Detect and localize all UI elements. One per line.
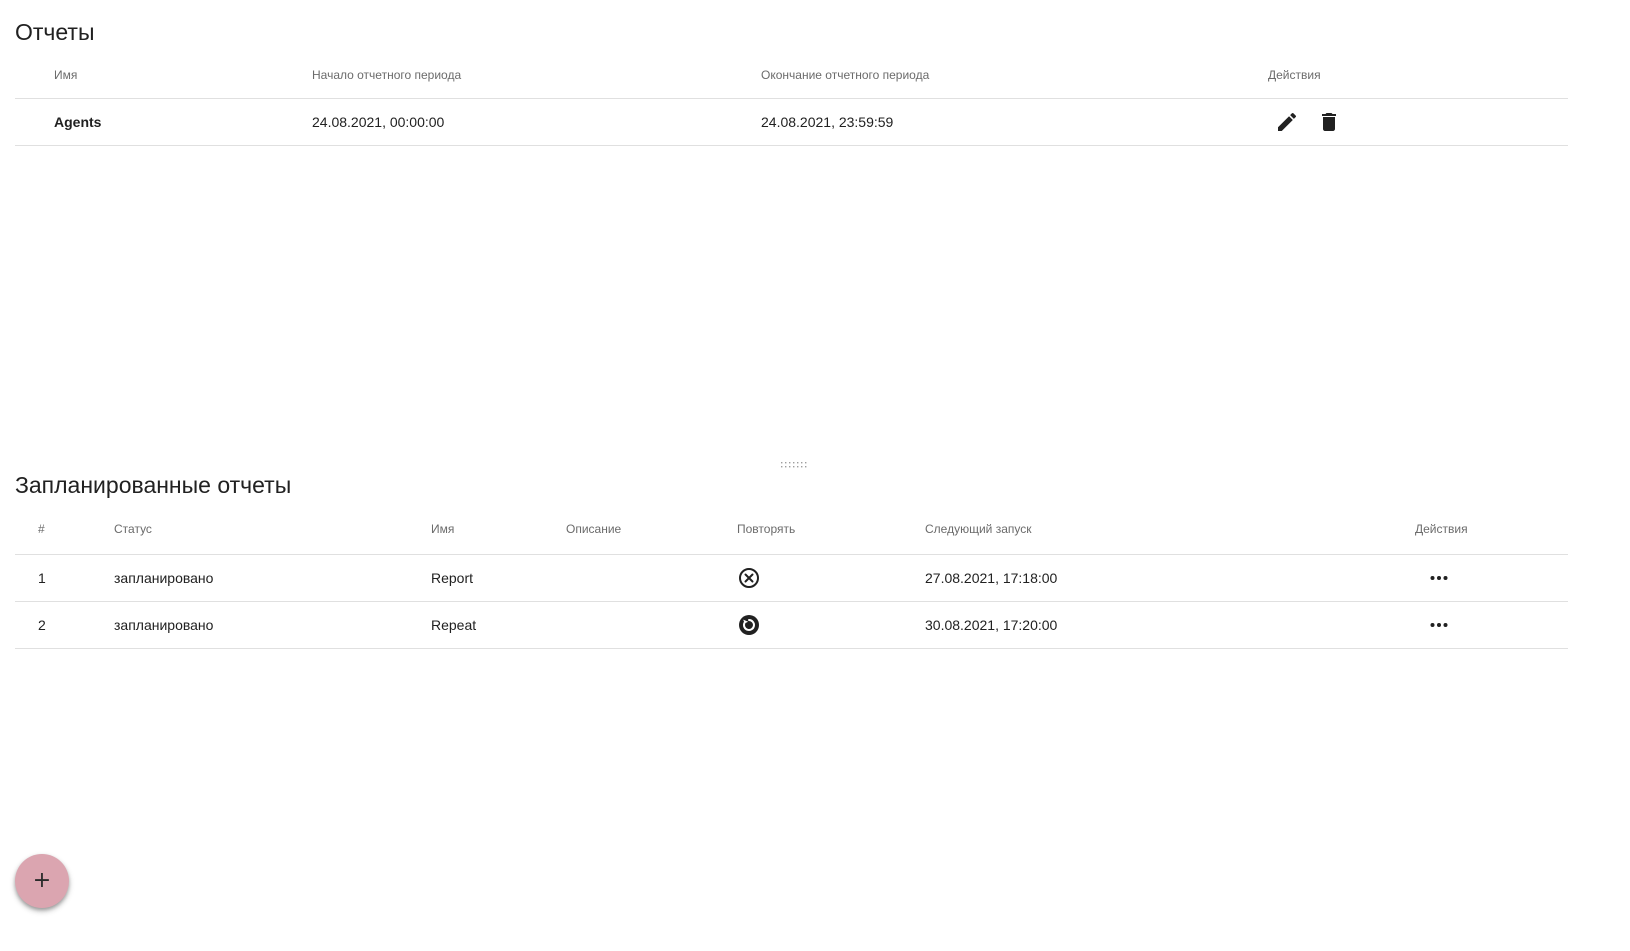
row-next-run: 30.08.2021, 17:20:00 xyxy=(925,617,1058,633)
column-header-next-run[interactable]: Следующий запуск xyxy=(925,504,1031,554)
reports-table: Имя Начало отчетного периода Окончание о… xyxy=(15,52,1568,146)
row-status: запланировано xyxy=(114,570,214,586)
row-number: 2 xyxy=(38,617,46,633)
reports-table-header: Имя Начало отчетного периода Окончание о… xyxy=(15,52,1568,99)
more-horizontal-icon[interactable] xyxy=(1427,613,1451,637)
column-header-end[interactable]: Окончание отчетного периода xyxy=(761,52,929,98)
column-header-repeat[interactable]: Повторять xyxy=(737,504,795,554)
scheduled-table-header: # Статус Имя Описание Повторять Следующи… xyxy=(15,504,1568,555)
scheduled-title: Запланированные отчеты xyxy=(15,472,292,498)
plus-icon: + xyxy=(32,868,52,893)
row-name: Report xyxy=(431,570,474,586)
column-header-start[interactable]: Начало отчетного периода xyxy=(312,52,461,98)
add-report-button[interactable]: + xyxy=(15,854,69,908)
column-header-name[interactable]: Имя xyxy=(431,504,454,554)
column-header-actions: Действия xyxy=(1268,68,1321,82)
reports-page: Отчеты Имя Начало отчетного периода Окон… xyxy=(0,0,1630,951)
row-actions xyxy=(1427,602,1451,648)
edit-icon[interactable] xyxy=(1275,110,1299,134)
report-actions xyxy=(1275,99,1341,145)
table-row[interactable]: 2 запланировано Repeat 30.08.2021, 17:20… xyxy=(15,602,1568,649)
row-number: 1 xyxy=(38,570,46,586)
row-name: Repeat xyxy=(431,617,477,633)
report-end: 24.08.2021, 23:59:59 xyxy=(761,114,894,130)
reports-title: Отчеты xyxy=(15,19,95,45)
report-name: Agents xyxy=(54,114,102,130)
column-header-name[interactable]: Имя xyxy=(54,52,77,98)
row-next-run: 27.08.2021, 17:18:00 xyxy=(925,570,1058,586)
table-row[interactable]: 1 запланировано Report 27.08.2021, 17:18… xyxy=(15,555,1568,602)
column-header-actions: Действия xyxy=(1415,522,1468,536)
column-header-description[interactable]: Описание xyxy=(566,504,621,554)
column-header-number[interactable]: # xyxy=(38,504,45,554)
row-status: запланировано xyxy=(114,617,214,633)
row-actions xyxy=(1427,555,1451,601)
column-header-status[interactable]: Статус xyxy=(114,504,152,554)
scheduled-table: # Статус Имя Описание Повторять Следующи… xyxy=(15,504,1568,649)
table-row[interactable]: Agents 24.08.2021, 00:00:00 24.08.2021, … xyxy=(15,99,1568,146)
drag-handle-icon[interactable] xyxy=(780,461,810,469)
delete-icon[interactable] xyxy=(1317,110,1341,134)
more-horizontal-icon[interactable] xyxy=(1427,566,1451,590)
close-circle-icon xyxy=(737,555,761,601)
report-start: 24.08.2021, 00:00:00 xyxy=(312,114,445,130)
repeat-circle-icon xyxy=(737,602,761,648)
